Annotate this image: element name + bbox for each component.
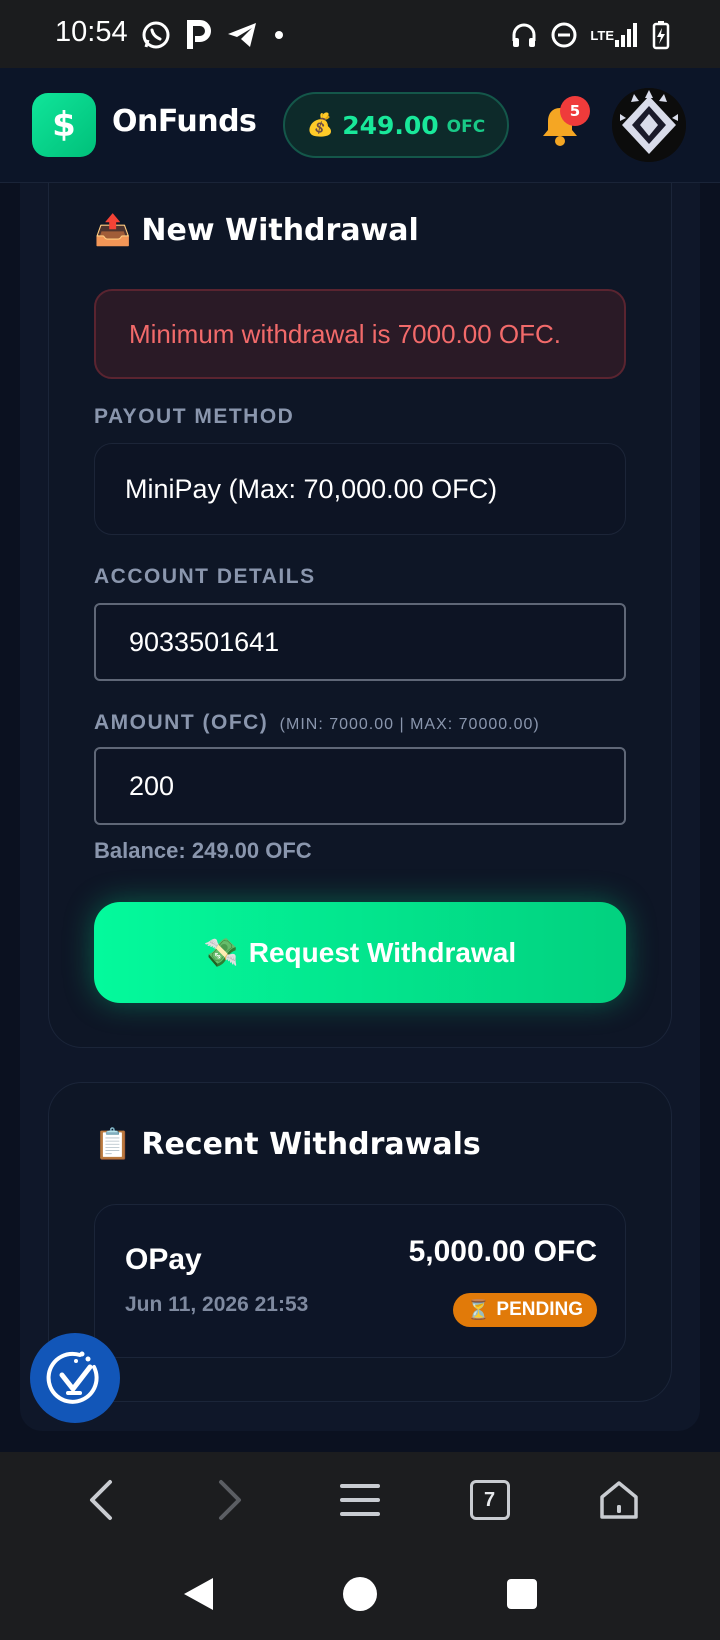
p-app-icon xyxy=(186,18,212,52)
accessibility-check-icon xyxy=(46,1351,99,1404)
balance-unit: OFC xyxy=(446,117,486,137)
section-title-text: New Withdrawal xyxy=(141,213,419,248)
status-notification-icons xyxy=(140,18,286,52)
withdrawal-date: Jun 11, 2026 21:53 xyxy=(125,1293,309,1316)
payout-method-label: PAYOUT METHOD xyxy=(94,405,295,428)
notification-badge: 5 xyxy=(560,96,590,126)
nav-recents-icon[interactable] xyxy=(500,1572,544,1616)
status-system-icons: LTE xyxy=(510,18,670,52)
balance-value: 249.00 OFC xyxy=(191,838,312,863)
tab-count: 7 xyxy=(469,1480,510,1520)
money-bag-icon: 💰 xyxy=(306,112,335,138)
status-bar: 10:54 LTE xyxy=(0,0,720,68)
accessibility-fab[interactable] xyxy=(30,1333,120,1423)
balance-prefix: Balance: xyxy=(94,838,186,863)
home-icon[interactable] xyxy=(589,1470,649,1530)
account-details-label: ACCOUNT DETAILS xyxy=(94,565,316,588)
account-details-input[interactable]: 9033501641 xyxy=(94,603,626,681)
app-logo[interactable]: $ xyxy=(32,93,96,157)
browser-toolbar: 7 xyxy=(0,1452,720,1548)
menu-icon[interactable] xyxy=(330,1470,390,1530)
amount-label-text: AMOUNT (OFC) xyxy=(94,711,269,734)
battery-charging-icon xyxy=(652,18,670,52)
tabs-icon[interactable]: 7 xyxy=(460,1470,520,1530)
back-icon[interactable] xyxy=(71,1470,131,1530)
nav-home-icon[interactable] xyxy=(338,1572,382,1616)
balance-line: Balance: 249.00 OFC xyxy=(94,838,312,864)
recent-withdrawals-title: 📋 Recent Withdrawals xyxy=(94,1127,481,1162)
whatsapp-icon xyxy=(140,18,172,52)
nav-back-icon[interactable] xyxy=(176,1572,220,1616)
system-nav-bar xyxy=(0,1548,720,1640)
status-time: 10:54 xyxy=(55,16,128,48)
status-text: PENDING xyxy=(496,1299,583,1320)
amount-hint: (MIN: 7000.00 | MAX: 70000.00) xyxy=(279,716,540,733)
do-not-disturb-icon xyxy=(550,18,578,52)
payout-method-select[interactable]: MiniPay (Max: 70,000.00 OFC) xyxy=(94,443,626,535)
avatar[interactable] xyxy=(612,88,686,162)
withdrawal-method: OPay xyxy=(125,1243,202,1276)
brand-name[interactable]: OnFunds xyxy=(112,104,257,139)
amount-input[interactable]: 200 xyxy=(94,747,626,825)
amount-label: AMOUNT (OFC) (MIN: 7000.00 | MAX: 70000.… xyxy=(94,711,540,735)
status-badge: ⏳ PENDING xyxy=(452,1293,597,1327)
telegram-icon xyxy=(226,18,258,52)
new-withdrawal-title: 📤 New Withdrawal xyxy=(94,213,419,248)
section-title-text: Recent Withdrawals xyxy=(141,1127,481,1162)
signal-icon: LTE xyxy=(590,18,640,52)
forward-icon[interactable] xyxy=(200,1470,260,1530)
clipboard-icon: 📋 xyxy=(94,1127,132,1162)
balance-pill[interactable]: 💰 249.00 OFC xyxy=(283,92,509,158)
headphones-icon xyxy=(510,18,538,52)
request-withdrawal-button[interactable]: 💸 Request Withdrawal xyxy=(94,902,626,1003)
dot-icon xyxy=(272,18,286,52)
hourglass-icon: ⏳ xyxy=(466,1300,491,1321)
money-wings-icon: 💸 xyxy=(203,937,239,968)
app-header: $ OnFunds 💰 249.00 OFC 5 xyxy=(0,68,720,183)
request-withdrawal-label: Request Withdrawal xyxy=(248,936,517,968)
min-withdrawal-alert: Minimum withdrawal is 7000.00 OFC. xyxy=(94,289,626,379)
withdrawal-amount: 5,000.00 OFC xyxy=(408,1235,597,1268)
outbox-icon: 📤 xyxy=(94,213,132,248)
network-type: LTE xyxy=(590,27,614,43)
balance-amount: 249.00 xyxy=(342,110,439,140)
list-item[interactable]: OPay Jun 11, 2026 21:53 5,000.00 OFC ⏳ P… xyxy=(94,1204,626,1358)
